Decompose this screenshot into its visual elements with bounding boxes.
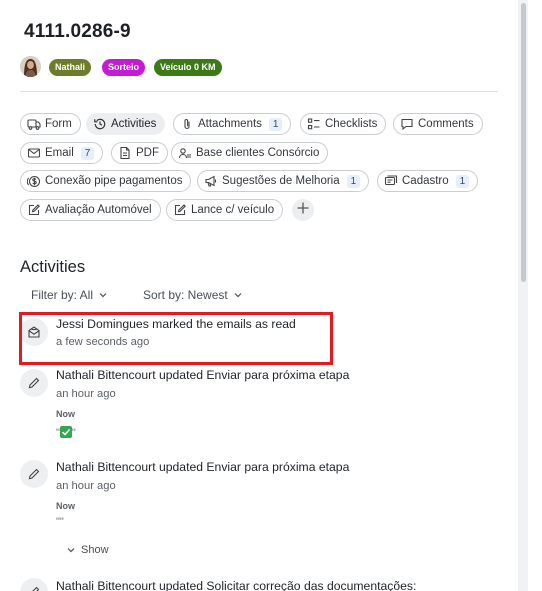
- tab-attachments[interactable]: Attachments 1: [173, 113, 292, 135]
- tag-nathali: Nathali: [49, 59, 92, 76]
- tab-email[interactable]: Email 7: [20, 142, 104, 164]
- tab-comments[interactable]: Comments: [393, 113, 483, 135]
- section-heading: Activities: [20, 258, 86, 276]
- activity-change-value: "": [56, 426, 76, 439]
- count-badge: 7: [80, 146, 95, 160]
- tab-label: Conexão pipe pagamentos: [45, 175, 183, 187]
- show-label: Show: [81, 544, 109, 556]
- tab-label: Avaliação Automóvel: [45, 204, 152, 216]
- cards-icon: [384, 174, 398, 188]
- tab-label: Lance c/ veículo: [191, 204, 275, 216]
- tab-label: Cadastro: [402, 175, 449, 187]
- paperclip-icon: [180, 117, 194, 131]
- show-toggle[interactable]: Show: [66, 544, 109, 556]
- activity-title: Nathali Bittencourt updated Enviar para …: [56, 460, 350, 474]
- count-badge: 1: [346, 174, 361, 188]
- highlight-box: [19, 312, 333, 365]
- scrollbar-thumb[interactable]: [521, 3, 526, 282]
- activity-change-label: Now: [56, 409, 75, 419]
- comment-icon: [400, 117, 414, 131]
- tab-label: Form: [45, 118, 72, 130]
- activity-time: an hour ago: [56, 388, 116, 400]
- count-badge: 1: [268, 117, 283, 131]
- checklist-icon: [307, 117, 321, 131]
- tab-label: Sugestões de Melhoria: [222, 175, 340, 187]
- users-icon: [178, 146, 192, 160]
- truck-icon: [27, 117, 41, 131]
- activity-change-value: "": [56, 516, 64, 528]
- history-icon: [93, 117, 107, 131]
- tab-label: PDF: [136, 147, 159, 159]
- filter-dropdown[interactable]: Filter by: All: [31, 288, 108, 302]
- tab-activities[interactable]: Activities: [86, 113, 166, 135]
- pdf-icon: [118, 146, 132, 160]
- filter-label: Filter by: All: [31, 288, 94, 302]
- pencil-icon: [20, 460, 48, 488]
- tab-pdf[interactable]: PDF: [111, 142, 168, 164]
- tab-base-clientes[interactable]: Base clientes Consórcio: [171, 142, 329, 164]
- tab-checklists[interactable]: Checklists: [300, 113, 387, 135]
- count-badge: 1: [455, 174, 470, 188]
- dollar-icon: [27, 174, 41, 188]
- tab-avaliacao-automovel[interactable]: Avaliação Automóvel: [20, 199, 161, 221]
- tab-label: Attachments: [198, 118, 262, 130]
- divider: [20, 91, 498, 92]
- megaphone-icon: [204, 174, 218, 188]
- chevron-down-icon: [234, 293, 242, 298]
- add-tab-button[interactable]: [292, 199, 314, 221]
- chevron-down-icon: [99, 293, 107, 298]
- tag-sorteio: Sorteio: [102, 59, 146, 76]
- sort-dropdown[interactable]: Sort by: Newest: [143, 288, 243, 302]
- avatar[interactable]: [20, 56, 41, 77]
- activity-change-label: Now: [56, 501, 75, 511]
- tab-sugestoes[interactable]: Sugestões de Melhoria 1: [197, 170, 370, 192]
- tab-label: Activities: [111, 118, 157, 130]
- tag-veiculo: Veículo 0 KM: [154, 59, 222, 76]
- tab-conexao-pipe[interactable]: Conexão pipe pagamentos: [20, 170, 192, 192]
- plus-icon: [296, 201, 310, 220]
- chevron-down-icon: [67, 548, 75, 553]
- edit-icon: [27, 203, 41, 217]
- activity-title: Nathali Bittencourt updated Enviar para …: [56, 368, 350, 382]
- edit-icon: [173, 203, 187, 217]
- record-title: 4111.0286-9: [24, 21, 131, 42]
- pencil-icon: [20, 369, 48, 397]
- mail-icon: [27, 146, 41, 160]
- tab-label: Email: [45, 147, 74, 159]
- quote-close: ": [71, 427, 76, 439]
- tab-form[interactable]: Form: [20, 113, 81, 135]
- tab-cadastro[interactable]: Cadastro 1: [377, 170, 479, 192]
- tab-lance-veiculo[interactable]: Lance c/ veículo: [166, 199, 284, 221]
- sort-label: Sort by: Newest: [143, 288, 228, 302]
- activity-title: Nathali Bittencourt updated Solicitar co…: [56, 579, 417, 591]
- tab-label: Comments: [418, 118, 474, 130]
- check-icon: [59, 426, 72, 438]
- activity-time: an hour ago: [56, 480, 116, 492]
- tab-label: Checklists: [325, 118, 378, 130]
- tab-label: Base clientes Consórcio: [196, 147, 320, 159]
- pencil-icon: [20, 578, 48, 591]
